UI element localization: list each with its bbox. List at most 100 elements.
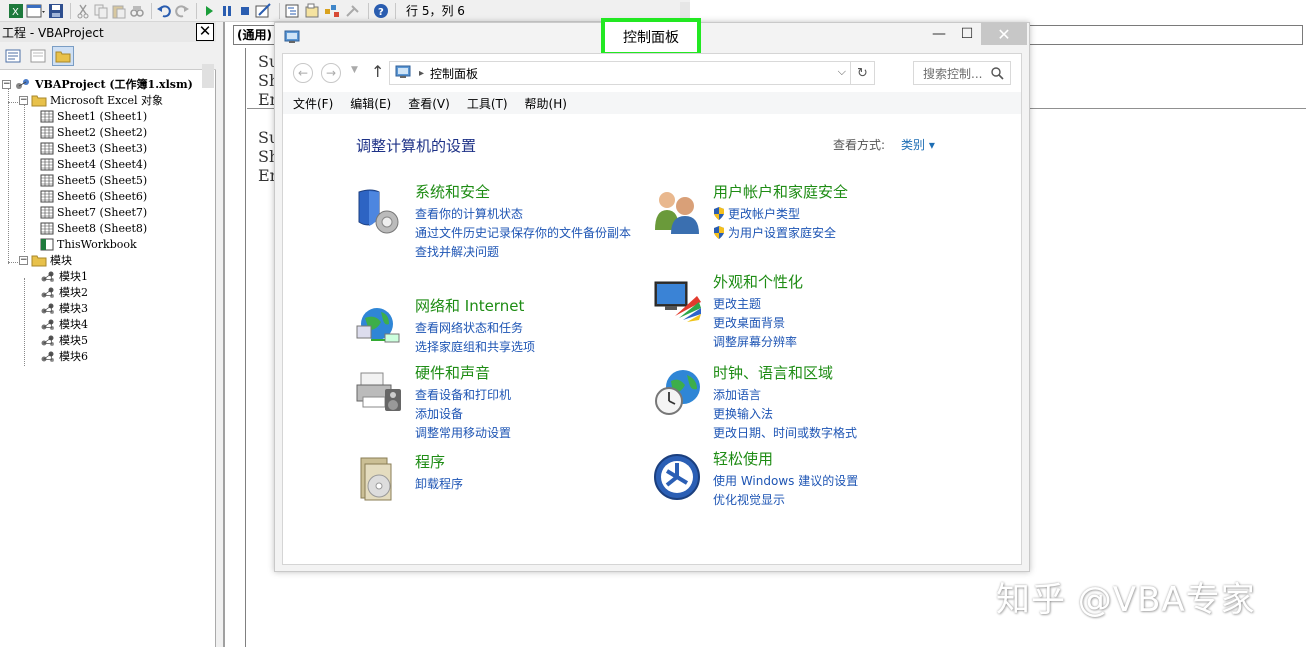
view-by-dropdown[interactable]: 类别 ▾ xyxy=(901,136,935,153)
breadcrumb[interactable]: 控制面板 xyxy=(430,65,478,82)
forward-arrow-icon[interactable]: → xyxy=(321,63,341,83)
collapse-icon[interactable]: − xyxy=(2,79,11,89)
tree-item-workbook[interactable]: ThisWorkbook xyxy=(40,236,137,252)
category-link[interactable]: 通过文件历史记录保存你的文件备份副本 xyxy=(415,224,631,241)
category-link[interactable]: 更改主题 xyxy=(713,295,761,312)
tree-item-sheet[interactable]: Sheet8 (Sheet8) xyxy=(40,220,147,236)
paste-icon[interactable] xyxy=(111,2,127,20)
refresh-icon[interactable]: ↻ xyxy=(850,62,874,84)
category-link[interactable]: 更改桌面背景 xyxy=(713,314,785,331)
category-link[interactable]: 添加设备 xyxy=(415,405,463,422)
tree-item-modules-folder[interactable]: − 模块 xyxy=(19,252,72,268)
object-browser-icon[interactable] xyxy=(324,2,342,20)
category-link[interactable]: 更改日期、时间或数字格式 xyxy=(713,424,857,441)
pane-splitter[interactable] xyxy=(216,22,224,647)
category-title[interactable]: 系统和安全 xyxy=(415,181,490,202)
tree-item-module[interactable]: 模块4 xyxy=(40,316,88,332)
break-icon[interactable] xyxy=(219,2,235,20)
category-link[interactable]: 更换输入法 xyxy=(713,405,773,422)
clock-globe-icon xyxy=(655,370,700,415)
category-link[interactable]: 查看网络状态和任务 xyxy=(415,319,523,336)
toolbox-icon[interactable] xyxy=(344,2,362,20)
tree-item-module[interactable]: 模块1 xyxy=(40,268,88,284)
tree-item-module[interactable]: 模块5 xyxy=(40,332,88,348)
insert-userform-icon[interactable] xyxy=(26,2,46,20)
collapse-icon[interactable]: − xyxy=(19,95,28,105)
category-link[interactable]: 调整屏幕分辨率 xyxy=(713,333,797,350)
menu-view[interactable]: 查看(V) xyxy=(408,95,450,112)
excel-view-icon[interactable]: X xyxy=(8,2,24,20)
category-title[interactable]: 程序 xyxy=(415,451,445,472)
tree-item-sheet[interactable]: Sheet7 (Sheet7) xyxy=(40,204,147,220)
tree-item-module[interactable]: 模块6 xyxy=(40,348,88,364)
help-icon[interactable]: ? xyxy=(373,2,389,20)
menu-tools[interactable]: 工具(T) xyxy=(467,95,508,112)
menu-file[interactable]: 文件(F) xyxy=(293,95,333,112)
copy-icon[interactable] xyxy=(93,2,109,20)
reset-icon[interactable] xyxy=(237,2,253,20)
address-bar[interactable]: ▸ 控制面板 ⌵ ↻ xyxy=(389,61,875,85)
tree-item-excel-objects[interactable]: − Microsoft Excel 对象 xyxy=(19,92,163,108)
search-input[interactable]: 搜索控制... xyxy=(913,61,1011,85)
back-arrow-icon[interactable]: ← xyxy=(293,63,313,83)
procedure-combo[interactable] xyxy=(1028,25,1303,45)
find-icon[interactable] xyxy=(129,2,145,20)
menu-help[interactable]: 帮助(H) xyxy=(525,95,567,112)
up-arrow-icon[interactable]: ↑ xyxy=(371,62,384,81)
cut-icon[interactable] xyxy=(75,2,91,20)
category-link[interactable]: 优化视觉显示 xyxy=(713,491,785,508)
category-link[interactable]: 调整常用移动设置 xyxy=(415,424,511,441)
tree-item-sheet[interactable]: Sheet3 (Sheet3) xyxy=(40,140,147,156)
project-explorer-icon[interactable] xyxy=(284,2,302,20)
redo-icon[interactable] xyxy=(174,2,190,20)
category-title[interactable]: 网络和 Internet xyxy=(415,295,524,316)
project-explorer-toolbar xyxy=(0,42,216,88)
watermark: 知乎 @VBA专家 xyxy=(996,580,1256,620)
collapse-icon[interactable]: − xyxy=(19,255,28,265)
category-link[interactable]: 查找并解决问题 xyxy=(415,243,499,260)
tree-item-project[interactable]: − VBAProject (工作簿1.xlsm) xyxy=(2,76,193,92)
sheet-icon xyxy=(40,126,54,138)
minimize-button[interactable]: — xyxy=(925,23,953,45)
tree-item-sheet[interactable]: Sheet6 (Sheet6) xyxy=(40,188,147,204)
sheet-icon xyxy=(40,206,54,218)
run-icon[interactable] xyxy=(201,2,217,20)
category-link-text: 更改帐户类型 xyxy=(728,207,801,221)
project-toolbar-scroll[interactable] xyxy=(202,64,214,88)
view-code-icon[interactable] xyxy=(2,46,24,66)
tree-item-module[interactable]: 模块2 xyxy=(40,284,88,300)
project-explorer-close-button[interactable]: ✕ xyxy=(196,23,214,41)
control-panel-titlebar[interactable]: 控制面板 — ☐ ✕ xyxy=(275,18,1029,56)
design-mode-icon[interactable] xyxy=(255,2,273,20)
category-title[interactable]: 轻松使用 xyxy=(713,448,773,469)
category-link[interactable]: 更改帐户类型 xyxy=(713,205,800,222)
category-link[interactable]: 添加语言 xyxy=(713,386,761,403)
tree-item-sheet[interactable]: Sheet2 (Sheet2) xyxy=(40,124,147,140)
category-title[interactable]: 外观和个性化 xyxy=(713,271,803,292)
category-link[interactable]: 使用 Windows 建议的设置 xyxy=(713,472,858,489)
breadcrumb-chevron-icon[interactable]: ▸ xyxy=(419,68,424,79)
close-button[interactable]: ✕ xyxy=(981,23,1027,45)
address-dropdown-chevron-icon[interactable]: ⌵ xyxy=(838,65,846,79)
properties-window-icon[interactable] xyxy=(304,2,322,20)
page-title: 调整计算机的设置 xyxy=(356,137,477,155)
category-link[interactable]: 为用户设置家庭安全 xyxy=(713,224,836,241)
menu-edit[interactable]: 编辑(E) xyxy=(350,95,391,112)
category-title[interactable]: 用户帐户和家庭安全 xyxy=(713,181,848,202)
view-object-icon[interactable] xyxy=(27,46,49,66)
recent-locations-chevron-icon[interactable]: ▼ xyxy=(351,65,358,75)
category-link[interactable]: 卸载程序 xyxy=(415,475,463,492)
tree-item-sheet[interactable]: Sheet4 (Sheet4) xyxy=(40,156,147,172)
save-icon[interactable] xyxy=(48,2,64,20)
tree-item-sheet[interactable]: Sheet5 (Sheet5) xyxy=(40,172,147,188)
toggle-folders-icon[interactable] xyxy=(52,45,74,66)
tree-item-sheet[interactable]: Sheet1 (Sheet1) xyxy=(40,108,147,124)
category-link[interactable]: 选择家庭组和共享选项 xyxy=(415,338,535,355)
category-link[interactable]: 查看你的计算机状态 xyxy=(415,205,523,222)
undo-icon[interactable] xyxy=(156,2,172,20)
category-title[interactable]: 硬件和声音 xyxy=(415,362,490,383)
category-title[interactable]: 时钟、语言和区域 xyxy=(713,362,833,383)
tree-item-module[interactable]: 模块3 xyxy=(40,300,88,316)
maximize-button[interactable]: ☐ xyxy=(953,23,981,45)
category-link[interactable]: 查看设备和打印机 xyxy=(415,386,511,403)
